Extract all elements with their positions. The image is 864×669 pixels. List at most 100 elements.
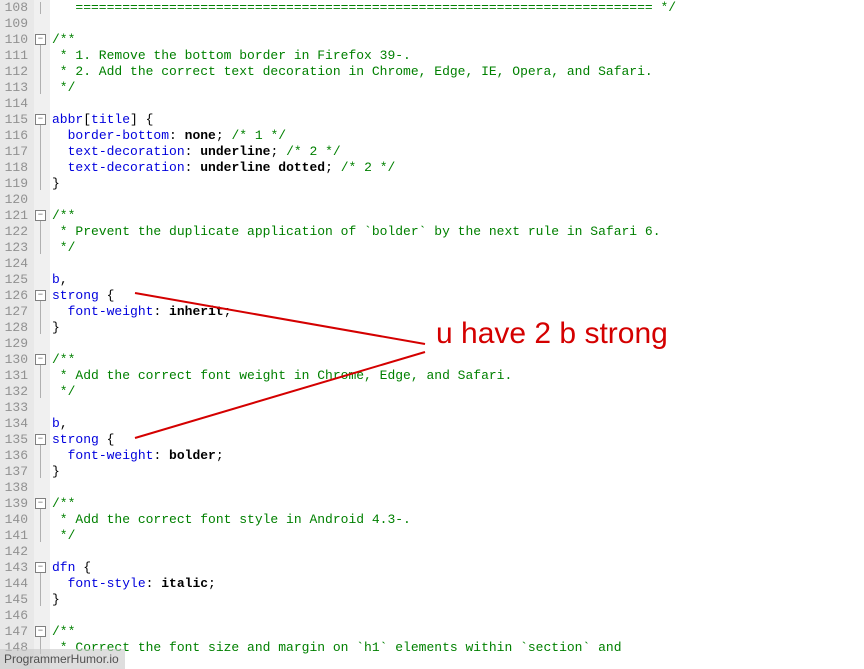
line-number-gutter: 1081091101111121131141151161171181191201… bbox=[0, 0, 34, 669]
line-number: 113 bbox=[4, 80, 28, 96]
code-token: ; bbox=[208, 576, 216, 591]
code-token: */ bbox=[52, 80, 75, 95]
code-line[interactable]: strong { bbox=[52, 288, 864, 304]
fold-toggle[interactable]: − bbox=[35, 34, 46, 45]
code-line[interactable] bbox=[52, 544, 864, 560]
code-line[interactable]: */ bbox=[52, 384, 864, 400]
code-line[interactable]: b, bbox=[52, 416, 864, 432]
code-token: /* 2 */ bbox=[286, 144, 341, 159]
fold-toggle[interactable]: − bbox=[35, 498, 46, 509]
code-token: [ bbox=[83, 112, 91, 127]
line-number: 112 bbox=[4, 64, 28, 80]
code-line[interactable]: font-weight: bolder; bbox=[52, 448, 864, 464]
line-number: 140 bbox=[4, 512, 28, 528]
code-token: : bbox=[185, 144, 201, 159]
code-line[interactable] bbox=[52, 96, 864, 112]
code-token: /* 1 */ bbox=[231, 128, 286, 143]
code-token: { bbox=[99, 432, 115, 447]
code-token: /** bbox=[52, 208, 75, 223]
line-number: 114 bbox=[4, 96, 28, 112]
code-token: /** bbox=[52, 624, 75, 639]
fold-toggle[interactable]: − bbox=[35, 210, 46, 221]
line-number: 136 bbox=[4, 448, 28, 464]
code-token: underline dotted bbox=[200, 160, 325, 175]
code-line[interactable]: * 1. Remove the bottom border in Firefox… bbox=[52, 48, 864, 64]
code-line[interactable]: */ bbox=[52, 80, 864, 96]
code-line[interactable]: ========================================… bbox=[52, 0, 864, 16]
code-line[interactable] bbox=[52, 400, 864, 416]
code-line[interactable]: text-decoration: underline; /* 2 */ bbox=[52, 144, 864, 160]
code-line[interactable]: border-bottom: none; /* 1 */ bbox=[52, 128, 864, 144]
code-line[interactable]: } bbox=[52, 592, 864, 608]
code-line[interactable]: } bbox=[52, 176, 864, 192]
code-token: border-bottom bbox=[68, 128, 169, 143]
code-token: b bbox=[52, 272, 60, 287]
line-number: 127 bbox=[4, 304, 28, 320]
code-editor[interactable]: 1081091101111121131141151161171181191201… bbox=[0, 0, 864, 669]
code-line[interactable]: * Add the correct font style in Android … bbox=[52, 512, 864, 528]
code-line[interactable]: strong { bbox=[52, 432, 864, 448]
code-line[interactable]: dfn { bbox=[52, 560, 864, 576]
code-token: } bbox=[52, 320, 60, 335]
fold-toggle[interactable]: − bbox=[35, 114, 46, 125]
code-token bbox=[52, 304, 68, 319]
code-token: ; bbox=[216, 128, 232, 143]
code-token: strong bbox=[52, 288, 99, 303]
line-number: 119 bbox=[4, 176, 28, 192]
code-token bbox=[52, 448, 68, 463]
fold-toggle[interactable]: − bbox=[35, 626, 46, 637]
code-token: { bbox=[75, 560, 91, 575]
code-token: { bbox=[146, 112, 154, 127]
fold-toggle[interactable]: − bbox=[35, 434, 46, 445]
fold-column[interactable]: − − − − − − − − − bbox=[34, 0, 50, 669]
line-number: 118 bbox=[4, 160, 28, 176]
fold-toggle[interactable]: − bbox=[35, 354, 46, 365]
code-token: * 2. Add the correct text decoration in … bbox=[52, 64, 653, 79]
code-line[interactable]: b, bbox=[52, 272, 864, 288]
line-number: 115 bbox=[4, 112, 28, 128]
fold-toggle[interactable]: − bbox=[35, 562, 46, 573]
code-line[interactable] bbox=[52, 480, 864, 496]
code-token: ; bbox=[216, 448, 224, 463]
code-line[interactable]: /** bbox=[52, 32, 864, 48]
fold-toggle[interactable]: − bbox=[35, 290, 46, 301]
code-line[interactable] bbox=[52, 16, 864, 32]
code-line[interactable]: */ bbox=[52, 240, 864, 256]
line-number: 137 bbox=[4, 464, 28, 480]
line-number: 141 bbox=[4, 528, 28, 544]
code-token: /** bbox=[52, 352, 75, 367]
fold-guide bbox=[40, 114, 41, 190]
code-token: text-decoration bbox=[68, 160, 185, 175]
code-line[interactable]: * Add the correct font weight in Chrome,… bbox=[52, 368, 864, 384]
code-line[interactable]: /** bbox=[52, 624, 864, 640]
code-line[interactable]: * Correct the font size and margin on `h… bbox=[52, 640, 864, 656]
code-line[interactable] bbox=[52, 192, 864, 208]
line-number: 130 bbox=[4, 352, 28, 368]
code-line[interactable]: /** bbox=[52, 352, 864, 368]
code-line[interactable]: text-decoration: underline dotted; /* 2 … bbox=[52, 160, 864, 176]
line-number: 121 bbox=[4, 208, 28, 224]
code-token: strong bbox=[52, 432, 99, 447]
code-line[interactable]: /** bbox=[52, 496, 864, 512]
code-line[interactable] bbox=[52, 256, 864, 272]
line-number: 129 bbox=[4, 336, 28, 352]
code-token: , bbox=[60, 416, 68, 431]
code-token: */ bbox=[52, 384, 75, 399]
code-line[interactable]: * 2. Add the correct text decoration in … bbox=[52, 64, 864, 80]
code-line[interactable] bbox=[52, 608, 864, 624]
line-number: 120 bbox=[4, 192, 28, 208]
code-line[interactable]: * Prevent the duplicate application of `… bbox=[52, 224, 864, 240]
code-token: : bbox=[153, 304, 169, 319]
code-line[interactable]: font-style: italic; bbox=[52, 576, 864, 592]
code-token: font-weight bbox=[68, 304, 154, 319]
line-number: 126 bbox=[4, 288, 28, 304]
code-line[interactable]: */ bbox=[52, 528, 864, 544]
code-token: font-weight bbox=[68, 448, 154, 463]
code-line[interactable]: /** bbox=[52, 208, 864, 224]
code-line[interactable]: abbr[title] { bbox=[52, 112, 864, 128]
code-line[interactable]: } bbox=[52, 464, 864, 480]
line-number: 132 bbox=[4, 384, 28, 400]
code-token: none bbox=[185, 128, 216, 143]
code-token: b bbox=[52, 416, 60, 431]
line-number: 122 bbox=[4, 224, 28, 240]
